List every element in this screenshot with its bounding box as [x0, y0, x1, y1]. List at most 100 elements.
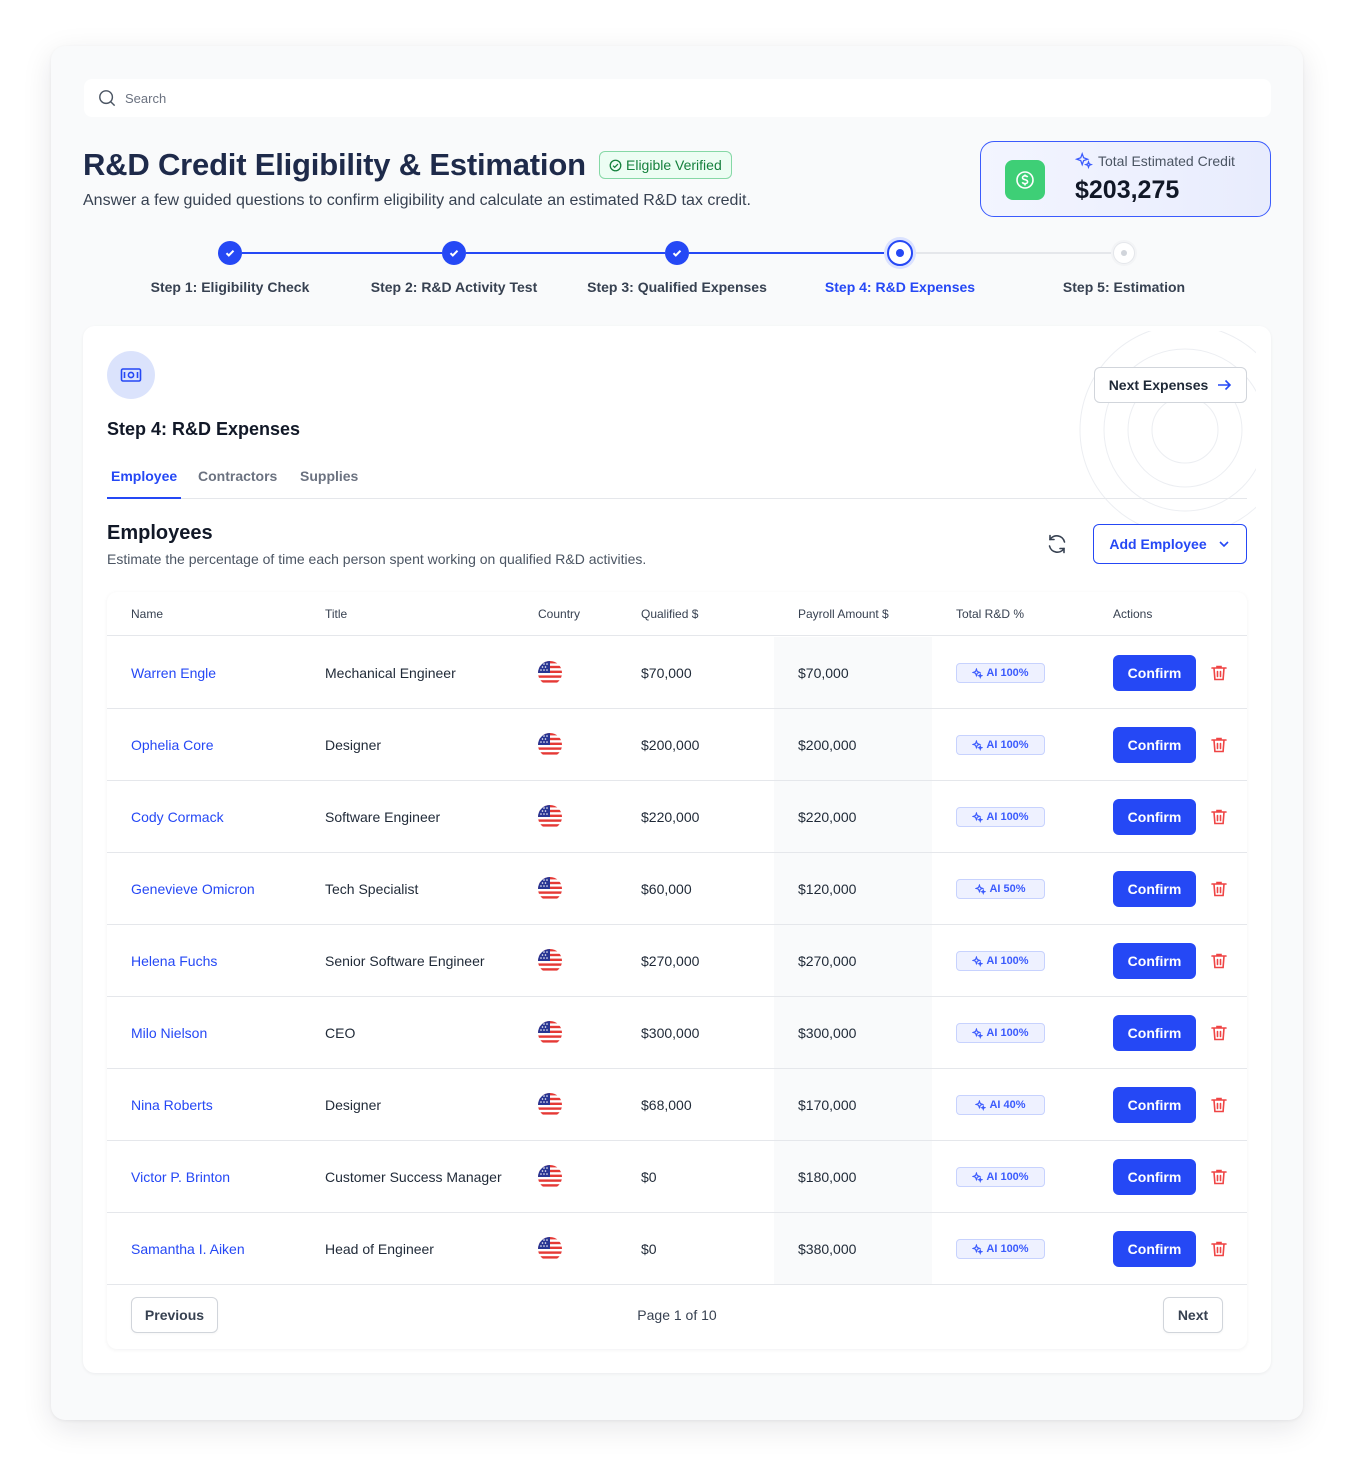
next-expenses-button[interactable]: Next Expenses: [1094, 367, 1247, 403]
ai-percent-badge[interactable]: AI 100%: [956, 1239, 1045, 1259]
delete-button[interactable]: [1208, 950, 1230, 972]
table-row: Genevieve Omicron Tech Specialist $60,00…: [107, 853, 1247, 925]
confirm-button[interactable]: Confirm: [1113, 1087, 1196, 1123]
ai-percent-badge[interactable]: AI 100%: [956, 807, 1045, 827]
employee-title: Customer Success Manager: [325, 1169, 502, 1185]
confirm-button[interactable]: Confirm: [1113, 1231, 1196, 1267]
step-connector: [689, 252, 886, 254]
arrow-right-icon: [1218, 379, 1232, 391]
employee-name[interactable]: Victor P. Brinton: [131, 1141, 230, 1213]
page-title: R&D Credit Eligibility & Estimation: [83, 147, 586, 182]
delete-button[interactable]: [1208, 1022, 1230, 1044]
col-qualified: Qualified $: [641, 607, 699, 621]
sparkle-icon: [972, 667, 984, 679]
ai-percent-badge[interactable]: AI 100%: [956, 1167, 1045, 1187]
rd-cell: AI 40%: [956, 1069, 1045, 1141]
step-4-label[interactable]: Step 4: R&D Expenses: [825, 279, 975, 295]
rd-cell: AI 100%: [956, 781, 1045, 853]
us-flag-icon: [538, 877, 562, 901]
employee-name[interactable]: Samantha I. Aiken: [131, 1213, 245, 1285]
confirm-button[interactable]: Confirm: [1113, 1159, 1196, 1195]
tab-employee[interactable]: Employee: [107, 468, 182, 499]
refresh-button[interactable]: [1044, 531, 1070, 557]
us-flag-icon: [538, 733, 562, 757]
confirm-button[interactable]: Confirm: [1113, 871, 1196, 907]
confirm-button[interactable]: Confirm: [1113, 943, 1196, 979]
step-3-label[interactable]: Step 3: Qualified Expenses: [587, 279, 767, 295]
tab-supplies[interactable]: Supplies: [296, 468, 362, 497]
add-employee-button[interactable]: Add Employee: [1093, 524, 1247, 564]
badge-label: Eligible Verified: [626, 157, 722, 173]
delete-button[interactable]: [1208, 734, 1230, 756]
ai-percent-badge[interactable]: AI 100%: [956, 951, 1045, 971]
delete-button[interactable]: [1208, 1166, 1230, 1188]
us-flag-icon: [538, 1165, 562, 1189]
check-icon: [449, 250, 459, 257]
qualified-amount: $0: [641, 1169, 657, 1185]
step-3-indicator[interactable]: [665, 241, 689, 265]
trash-icon: [1211, 665, 1227, 681]
delete-button[interactable]: [1208, 1238, 1230, 1260]
country-cell: [538, 781, 562, 853]
decorative-rings: [1079, 331, 1256, 531]
expense-tabs: Employee Contractors Supplies: [107, 461, 1247, 499]
employees-subtitle: Estimate the percentage of time each per…: [107, 551, 647, 567]
step-1-label[interactable]: Step 1: Eligibility Check: [151, 279, 310, 295]
ai-percent-badge[interactable]: AI 100%: [956, 1023, 1045, 1043]
employee-name[interactable]: Milo Nielson: [131, 997, 207, 1069]
qualified-amount: $0: [641, 1241, 657, 1257]
step-4-indicator[interactable]: [887, 240, 913, 266]
ai-percent-badge[interactable]: AI 100%: [956, 735, 1045, 755]
qualified-amount: $300,000: [641, 1025, 700, 1041]
rd-cell: AI 100%: [956, 1141, 1045, 1213]
tab-contractors[interactable]: Contractors: [194, 468, 281, 497]
search-placeholder[interactable]: Search: [125, 91, 166, 106]
employee-name[interactable]: Genevieve Omicron: [131, 853, 255, 925]
trash-icon: [1211, 737, 1227, 753]
delete-button[interactable]: [1208, 662, 1230, 684]
money-icon: [107, 351, 155, 399]
col-payroll: Payroll Amount $: [798, 607, 889, 621]
confirm-button[interactable]: Confirm: [1113, 1015, 1196, 1051]
employee-name[interactable]: Nina Roberts: [131, 1069, 213, 1141]
step-2-label[interactable]: Step 2: R&D Activity Test: [371, 279, 537, 295]
credit-label: Total Estimated Credit: [1075, 152, 1235, 170]
confirm-button[interactable]: Confirm: [1113, 799, 1196, 835]
step-5-label[interactable]: Step 5: Estimation: [1063, 279, 1185, 295]
employee-name[interactable]: Cody Cormack: [131, 781, 224, 853]
ai-percent-label: AI 100%: [986, 667, 1029, 679]
ai-percent-badge[interactable]: AI 100%: [956, 663, 1045, 683]
step-2-indicator[interactable]: [442, 241, 466, 265]
table-row: Ophelia Core Designer $200,000 $200,000 …: [107, 709, 1247, 781]
search-bar[interactable]: Search: [84, 79, 1271, 117]
employee-title: Software Engineer: [325, 809, 441, 825]
country-cell: [538, 637, 562, 709]
payroll-amount: $180,000: [798, 1169, 857, 1185]
payroll-amount: $220,000: [798, 809, 857, 825]
next-button[interactable]: Next: [1163, 1297, 1223, 1333]
delete-button[interactable]: [1208, 1094, 1230, 1116]
us-flag-icon: [538, 661, 562, 685]
col-total-rd: Total R&D %: [956, 607, 1025, 621]
sparkle-icon: [972, 1027, 984, 1039]
delete-button[interactable]: [1208, 806, 1230, 828]
us-flag-icon: [538, 805, 562, 829]
ai-percent-badge[interactable]: AI 50%: [956, 879, 1045, 899]
step-1-indicator[interactable]: [218, 241, 242, 265]
employee-name[interactable]: Ophelia Core: [131, 709, 214, 781]
step-5-indicator[interactable]: [1113, 242, 1135, 264]
delete-button[interactable]: [1208, 878, 1230, 900]
qualified-amount: $60,000: [641, 881, 692, 897]
employee-name[interactable]: Helena Fuchs: [131, 925, 217, 997]
confirm-button[interactable]: Confirm: [1113, 655, 1196, 691]
check-icon: [225, 250, 235, 257]
confirm-button[interactable]: Confirm: [1113, 727, 1196, 763]
ai-percent-label: AI 100%: [986, 1171, 1029, 1183]
rd-cell: AI 100%: [956, 925, 1045, 997]
us-flag-icon: [538, 1021, 562, 1045]
check-icon: [672, 250, 682, 257]
employee-name[interactable]: Warren Engle: [131, 637, 216, 709]
qualified-amount: $200,000: [641, 737, 700, 753]
ai-percent-badge[interactable]: AI 40%: [956, 1095, 1045, 1115]
table-row: Nina Roberts Designer $68,000 $170,000 A…: [107, 1069, 1247, 1141]
